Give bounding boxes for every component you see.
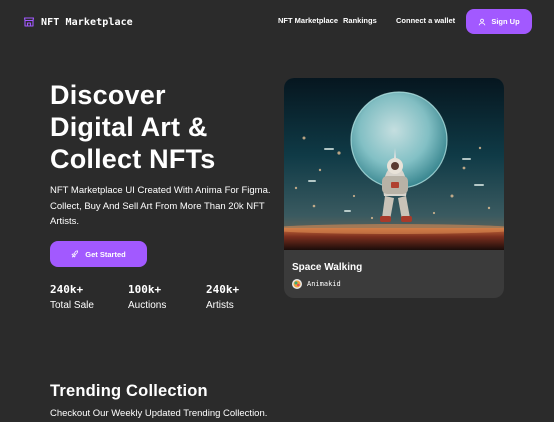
stat-label: Total Sale	[50, 300, 94, 311]
hero-title-line: Digital Art &	[50, 112, 208, 142]
artist-info[interactable]: Animakid	[292, 278, 341, 290]
brand-logo[interactable]: NFT Marketplace	[23, 14, 133, 30]
stat-total-sale: 240k+ Total Sale	[50, 283, 94, 313]
brand-name: NFT Marketplace	[41, 16, 133, 28]
stat-value: 100k+	[128, 283, 162, 296]
stat-label: Artists	[206, 300, 234, 311]
avatar	[292, 279, 302, 289]
user-icon	[479, 18, 486, 25]
featured-nft-card[interactable]: Space Walking Animakid	[284, 78, 504, 298]
artist-name: Animakid	[307, 280, 341, 288]
stat-label: Auctions	[128, 300, 167, 311]
hero-subtitle: NFT Marketplace UI Created With Anima Fo…	[50, 185, 271, 227]
storefront-icon	[23, 17, 35, 27]
top-navbar: NFT Marketplace NFT Marketplace Rankings…	[0, 0, 554, 44]
stat-value: 240k+	[50, 283, 84, 296]
stat-value: 240k+	[206, 283, 240, 296]
sign-up-button[interactable]: Sign Up	[466, 9, 532, 34]
hero-title-line: Discover	[50, 80, 166, 110]
nav-link-connect-wallet[interactable]: Connect a wallet	[396, 16, 455, 25]
hero-title-line: Collect NFTs	[50, 144, 216, 174]
trending-section-subtitle: Checkout Our Weekly Updated Trending Col…	[50, 408, 268, 419]
stat-auctions: 100k+ Auctions	[128, 283, 166, 313]
stat-artists: 240k+ Artists	[206, 283, 239, 313]
nft-title: Space Walking	[292, 262, 363, 273]
nav-link-rankings[interactable]: Rankings	[343, 16, 377, 25]
trending-section-title: Trending Collection	[50, 382, 208, 400]
get-started-label: Get Started	[85, 249, 126, 259]
rocket-icon	[71, 250, 79, 258]
sign-up-label: Sign Up	[491, 17, 520, 26]
nav-link-marketplace[interactable]: NFT Marketplace	[278, 16, 338, 25]
nft-artwork-image	[284, 78, 504, 250]
hero-title: Discover Digital Art & Collect NFTs	[50, 79, 270, 175]
get-started-button[interactable]: Get Started	[50, 241, 147, 267]
